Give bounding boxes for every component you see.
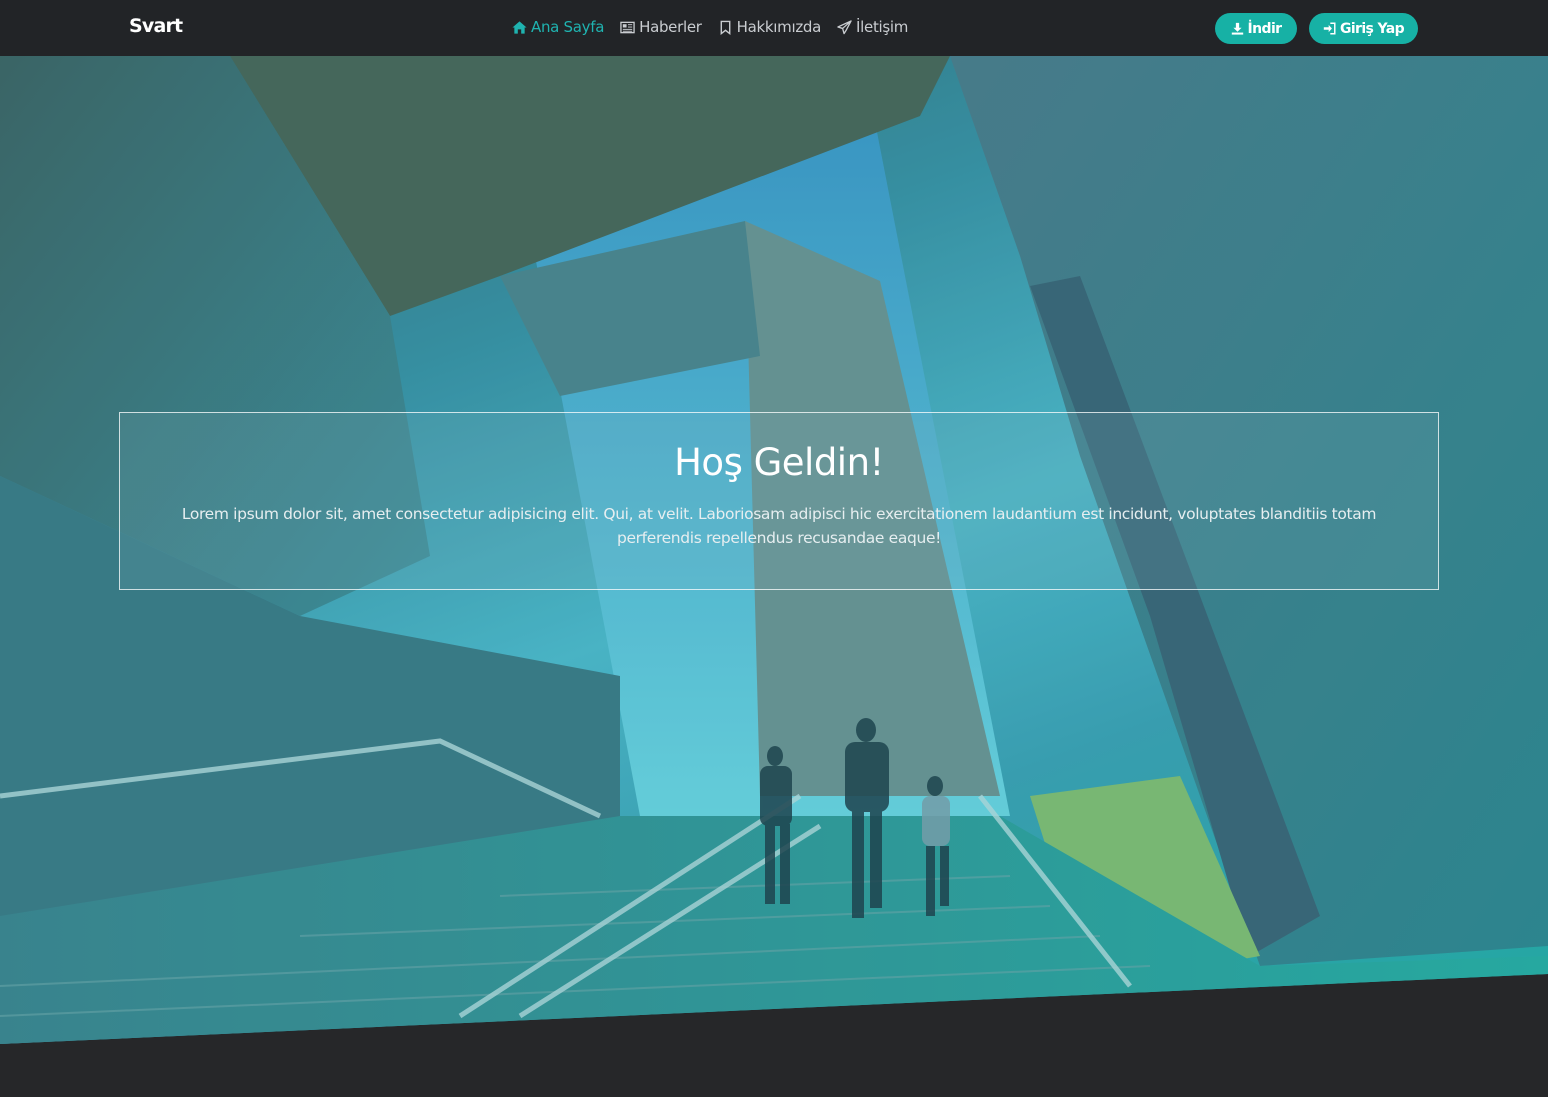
- nav-item-label: Ana Sayfa: [531, 18, 605, 36]
- nav-item-contact[interactable]: İletişim: [837, 18, 908, 36]
- welcome-panel: Hoş Geldin! Lorem ipsum dolor sit, amet …: [119, 412, 1439, 590]
- login-button[interactable]: Giriş Yap: [1309, 13, 1418, 44]
- nav-links: Ana Sayfa Haberler Hakkımızda İletişim: [512, 18, 908, 36]
- sign-in-icon: [1323, 22, 1336, 35]
- nav-item-about[interactable]: Hakkımızda: [718, 18, 821, 36]
- nav-item-home[interactable]: Ana Sayfa: [512, 18, 604, 36]
- nav-item-label: İletişim: [856, 18, 909, 36]
- bookmark-icon: [720, 20, 731, 35]
- login-label: Giriş Yap: [1339, 20, 1405, 37]
- paper-plane-icon: [837, 19, 852, 34]
- nav-item-label: Haberler: [639, 18, 702, 36]
- hero-section: Hoş Geldin! Lorem ipsum dolor sit, amet …: [0, 56, 1548, 1044]
- welcome-title: Hoş Geldin!: [674, 441, 884, 484]
- home-icon: [512, 20, 527, 34]
- download-icon: [1231, 22, 1243, 35]
- brand-logo[interactable]: Svart: [129, 15, 183, 37]
- newspaper-icon: [620, 21, 635, 33]
- navbar: Svart Ana Sayfa Haberler Hakkımızda İlet…: [0, 0, 1548, 56]
- welcome-text: Lorem ipsum dolor sit, amet consectetur …: [181, 505, 1377, 547]
- download-button[interactable]: İndir: [1215, 13, 1297, 44]
- nav-item-news[interactable]: Haberler: [620, 18, 702, 36]
- nav-item-label: Hakkımızda: [736, 18, 822, 36]
- download-label: İndir: [1247, 20, 1283, 37]
